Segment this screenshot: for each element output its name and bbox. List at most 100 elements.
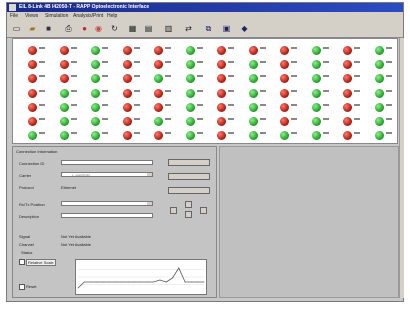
refresh-icon[interactable]: ↻ xyxy=(109,23,120,34)
reset-label: Reset xyxy=(26,284,37,289)
move-up-button[interactable] xyxy=(185,201,192,208)
signal-point xyxy=(128,281,129,283)
vertical-scrollbar[interactable] xyxy=(399,38,404,298)
section-title: Connection Information xyxy=(16,149,58,154)
led-indicator xyxy=(311,102,321,112)
led-indicator xyxy=(374,74,384,84)
menu-file[interactable]: File xyxy=(10,13,18,19)
led-indicator xyxy=(343,102,352,112)
led-indicator xyxy=(343,74,352,84)
move-right-button[interactable] xyxy=(200,207,207,214)
rx-position-select[interactable] xyxy=(61,201,153,206)
led-indicator xyxy=(311,88,321,98)
led-label xyxy=(165,61,171,64)
led-indicator xyxy=(343,60,352,70)
carrier-select[interactable]: L_opto/OC3/I xyxy=(61,172,153,177)
menu-analysis-print[interactable]: Analysis/Print xyxy=(73,13,103,19)
chevron-down-icon[interactable] xyxy=(147,173,152,176)
open-folder-icon[interactable]: ▰ xyxy=(27,23,38,34)
signal-point xyxy=(115,281,117,283)
led-label xyxy=(39,118,45,120)
channel-value: Not Yet Available xyxy=(61,242,91,247)
led-label xyxy=(385,75,392,78)
led-indicator xyxy=(28,88,37,98)
carrier-value: L_opto/OC3/I xyxy=(72,173,90,177)
led-indicator xyxy=(185,60,195,70)
led-label xyxy=(133,89,140,92)
table-icon[interactable]: ▦ xyxy=(127,23,138,34)
led-label xyxy=(322,103,329,106)
led-label xyxy=(102,75,108,78)
signal-point xyxy=(197,281,199,283)
print-icon[interactable]: ⎙ xyxy=(63,23,74,34)
led-indicator xyxy=(185,131,195,141)
grid-icon[interactable]: ▤ xyxy=(143,23,154,34)
led-label xyxy=(259,61,266,64)
led-label xyxy=(354,61,360,64)
save-disk-icon[interactable]: ■ xyxy=(43,23,54,34)
led-label xyxy=(133,75,140,78)
detail-pane xyxy=(219,146,399,298)
led-indicator xyxy=(311,46,321,55)
led-indicator xyxy=(91,74,100,84)
led-indicator xyxy=(374,117,384,126)
led-label xyxy=(165,118,171,120)
signal-label: Signal xyxy=(19,234,31,239)
network-icon[interactable]: ⧉ xyxy=(203,23,214,34)
move-down-button[interactable] xyxy=(185,211,192,218)
led-label xyxy=(228,132,234,135)
led-indicator xyxy=(343,88,352,98)
signal-point xyxy=(140,281,142,283)
led-indicator xyxy=(343,131,352,141)
led-label xyxy=(228,89,234,92)
led-indicator xyxy=(280,46,289,55)
led-label xyxy=(133,61,140,64)
description-field[interactable] xyxy=(61,213,153,218)
led-label xyxy=(70,103,77,106)
app-icon[interactable] xyxy=(9,4,16,11)
led-indicator xyxy=(217,46,226,55)
record-icon[interactable]: ◉ xyxy=(93,23,104,34)
connect-button[interactable] xyxy=(168,159,210,166)
menu-views[interactable]: Views xyxy=(25,13,38,19)
menu-help[interactable]: Help xyxy=(107,13,117,19)
led-label xyxy=(133,118,140,120)
led-label xyxy=(385,118,392,120)
apply-button[interactable] xyxy=(168,187,210,194)
signal-point xyxy=(109,281,110,283)
chart-icon[interactable]: ▥ xyxy=(163,23,174,34)
signal-point xyxy=(153,281,154,283)
led-indicator xyxy=(91,88,100,98)
led-indicator xyxy=(217,74,226,84)
chevron-down-icon[interactable] xyxy=(147,202,152,205)
led-indicator xyxy=(122,131,132,141)
led-indicator xyxy=(59,117,69,126)
led-label xyxy=(70,47,77,49)
info-icon[interactable]: ◆ xyxy=(239,23,250,34)
led-label xyxy=(291,47,297,49)
connection-id-field[interactable] xyxy=(61,160,153,165)
led-label xyxy=(196,61,203,64)
relative-scale-checkbox[interactable] xyxy=(19,259,25,265)
stop-icon[interactable]: ● xyxy=(79,23,90,34)
signal-point xyxy=(102,281,104,283)
menu-simulation[interactable]: Simulation xyxy=(45,13,68,19)
connect-icon[interactable]: ⇄ xyxy=(183,23,194,34)
led-label xyxy=(385,47,392,49)
led-indicator xyxy=(311,74,321,84)
led-label xyxy=(196,75,203,78)
led-indicator xyxy=(59,74,69,84)
led-label xyxy=(102,47,108,49)
signal-point xyxy=(165,281,167,283)
led-label xyxy=(228,118,234,120)
reset-checkbox[interactable] xyxy=(19,284,25,290)
monitor-icon[interactable]: ▣ xyxy=(221,23,232,34)
new-file-icon[interactable]: ▭ xyxy=(11,23,22,34)
led-indicator xyxy=(59,131,69,141)
led-label xyxy=(354,132,360,135)
led-indicator xyxy=(28,117,37,126)
led-label xyxy=(354,89,360,92)
disconnect-button[interactable] xyxy=(168,173,210,180)
led-indicator xyxy=(154,88,163,98)
move-left-button[interactable] xyxy=(170,207,177,214)
